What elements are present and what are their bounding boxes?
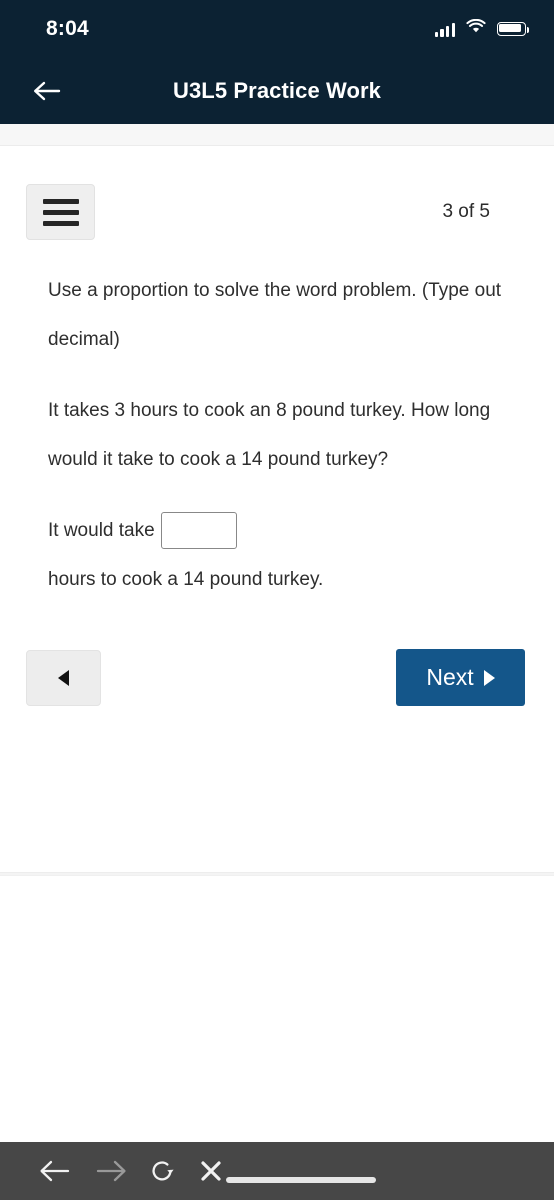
battery-full-icon <box>497 22 530 36</box>
app-header: U3L5 Practice Work <box>0 58 554 124</box>
blank-area <box>0 877 554 1135</box>
hamburger-menu-icon <box>42 198 79 204</box>
next-question-button[interactable]: Next <box>396 649 525 706</box>
hamburger-menu-icon <box>42 220 79 226</box>
mobile-screen: 8:04 U3L5 Practice Work 3 of 5 Use a pro… <box>0 0 554 1200</box>
browser-close-button[interactable] <box>198 1158 224 1184</box>
wifi-icon <box>466 18 486 39</box>
browser-reload-button[interactable] <box>148 1157 176 1185</box>
back-button[interactable] <box>27 71 67 111</box>
hamburger-menu-icon <box>42 209 79 215</box>
question-problem: It takes 3 hours to cook an 8 pound turk… <box>48 400 491 470</box>
triangle-left-icon <box>58 670 69 686</box>
hamburger-menu-button[interactable] <box>26 184 95 240</box>
question-instruction: Use a proportion to solve the word probl… <box>48 280 502 350</box>
status-bar: 8:04 <box>0 0 554 58</box>
reload-icon <box>152 1161 174 1181</box>
arrow-left-icon <box>40 1160 70 1182</box>
previous-question-button[interactable] <box>26 650 101 706</box>
header-subbar <box>0 124 554 146</box>
answer-prefix-text: It would take <box>48 520 155 541</box>
cellular-signal-icon <box>434 22 455 37</box>
triangle-right-icon <box>483 669 495 686</box>
arrow-left-icon <box>34 81 61 101</box>
status-bar-icons <box>434 18 530 39</box>
next-button-label: Next <box>426 664 474 690</box>
answer-input[interactable] <box>160 512 237 549</box>
answer-suffix-text: hours to cook a 14 pound turkey. <box>48 569 324 590</box>
question-content: 3 of 5 Use a proportion to solve the wor… <box>0 146 554 762</box>
close-x-icon <box>201 1161 221 1181</box>
section-divider <box>0 872 554 876</box>
question-navigation: Next <box>0 642 554 762</box>
browser-back-button[interactable] <box>38 1158 72 1184</box>
browser-toolbar <box>0 1142 554 1200</box>
page-counter: 3 of 5 <box>442 201 490 222</box>
browser-url-bar[interactable] <box>226 1177 376 1183</box>
page-title: U3L5 Practice Work <box>172 78 382 103</box>
status-bar-time: 8:04 <box>46 17 89 40</box>
arrow-right-icon <box>96 1160 126 1182</box>
browser-forward-button[interactable] <box>94 1158 128 1184</box>
answer-sentence: It would take hours to cook a 14 pound t… <box>0 506 554 604</box>
question-toolbar: 3 of 5 <box>0 146 554 242</box>
